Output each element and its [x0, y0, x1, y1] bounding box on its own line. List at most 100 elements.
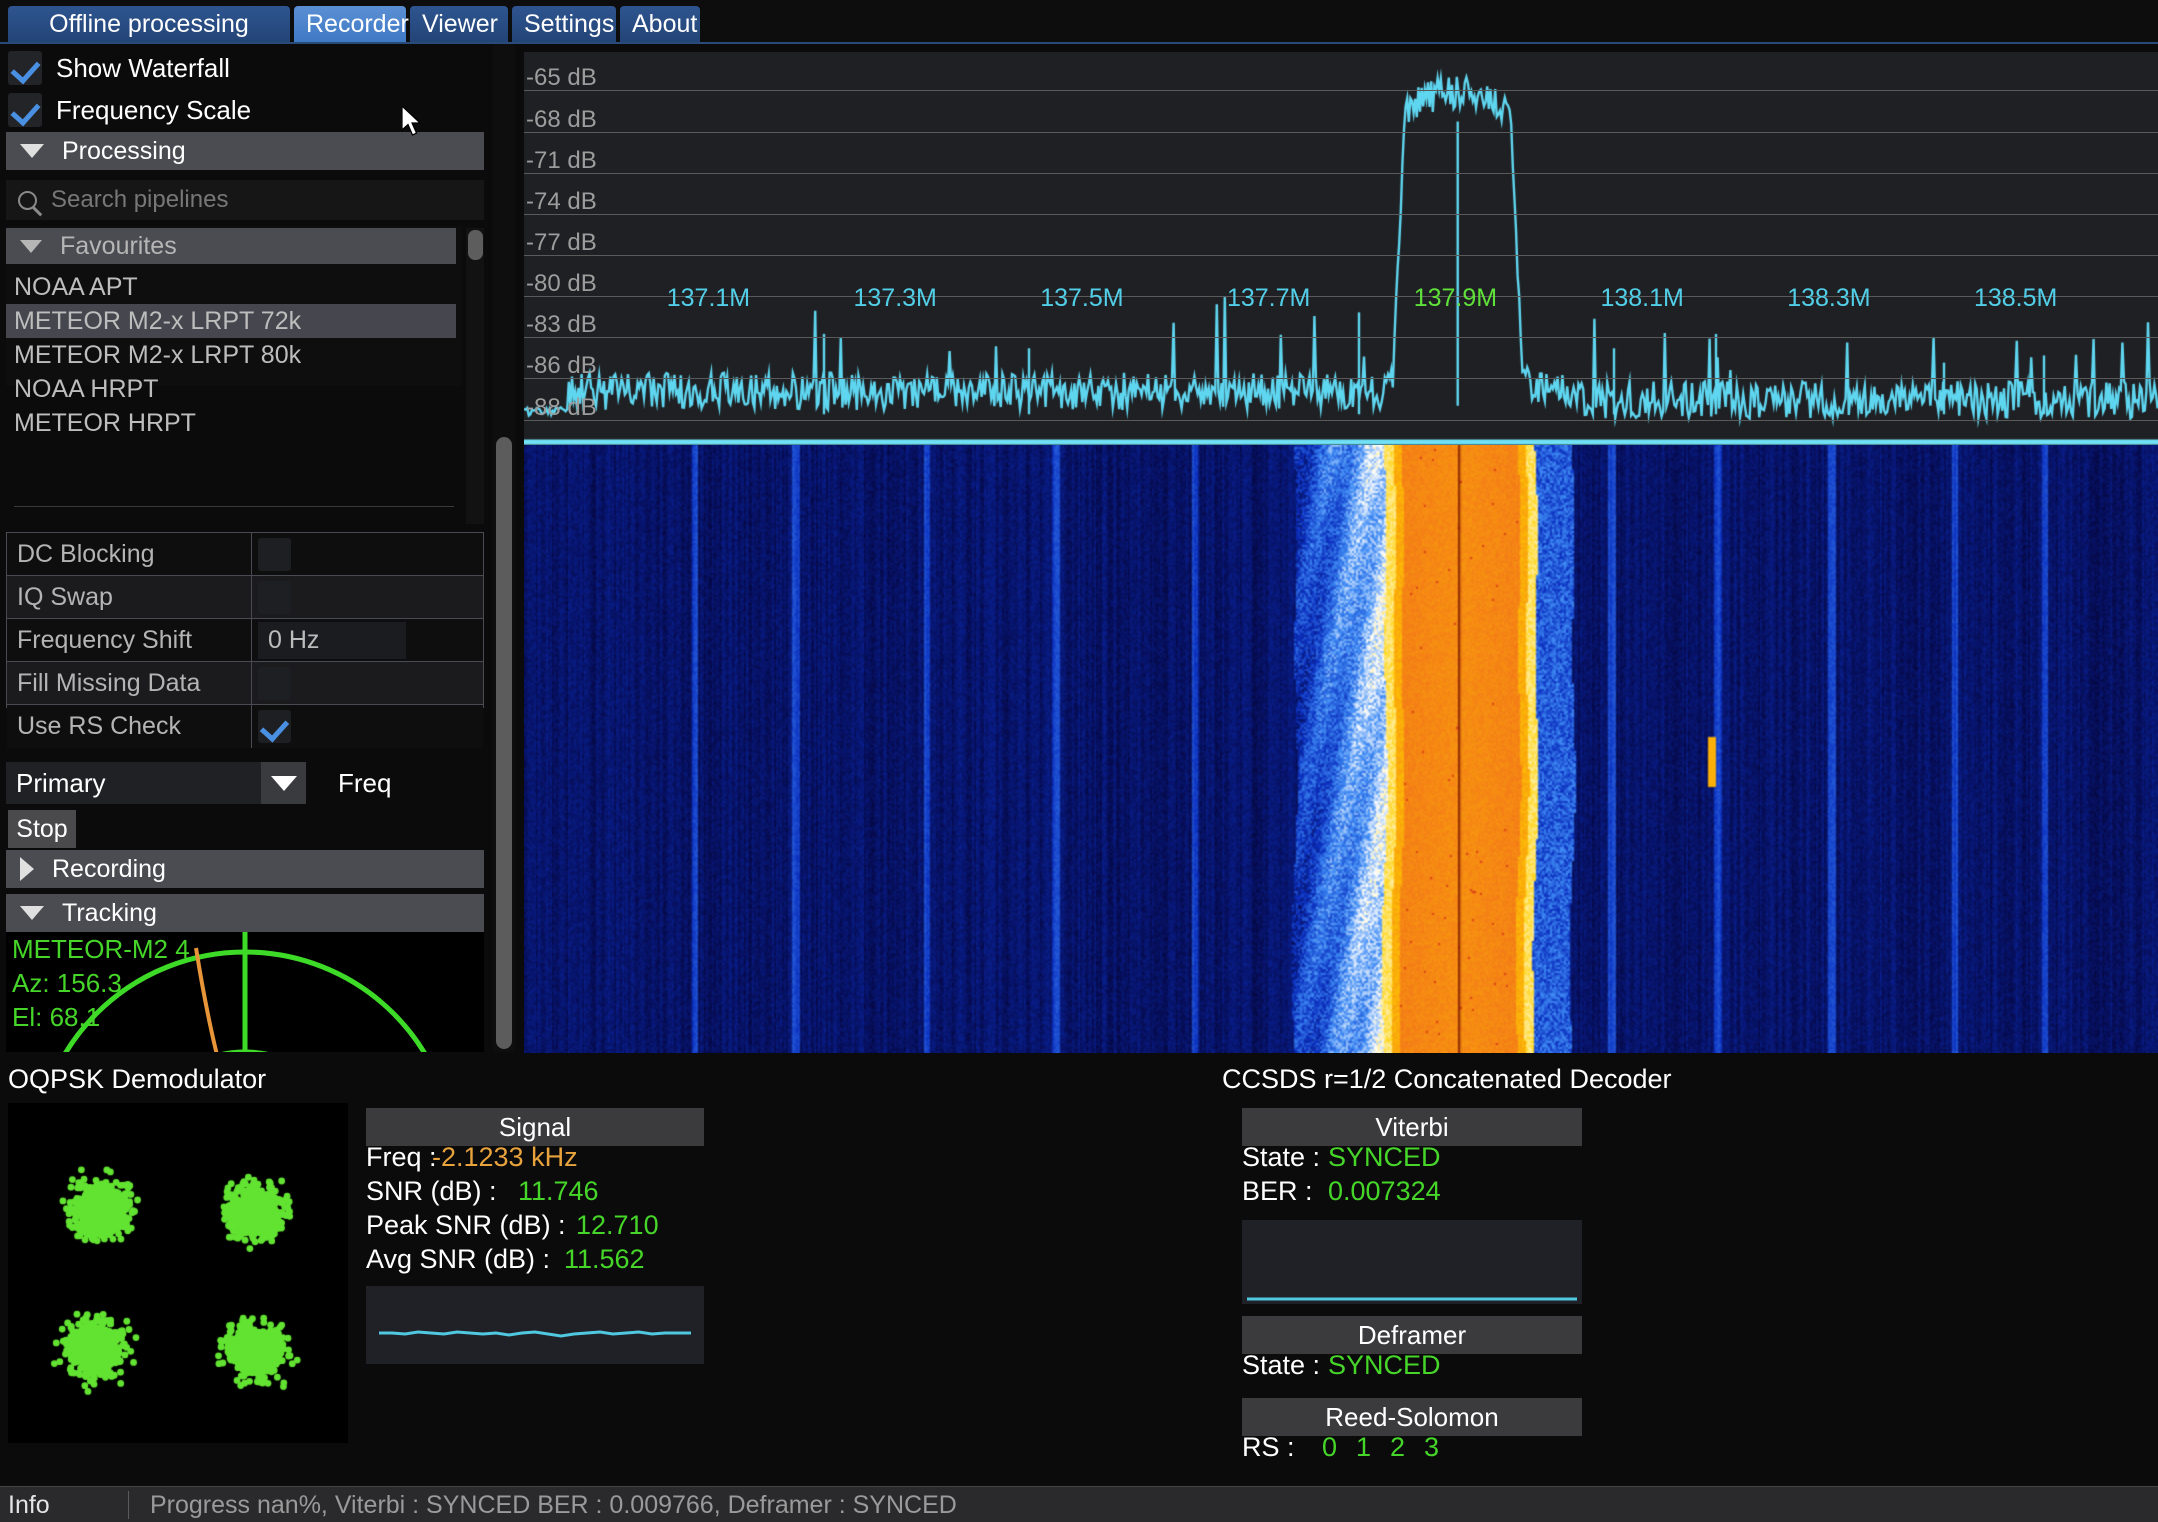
list-item[interactable]: METEOR HRPT — [6, 406, 456, 440]
spectrum-x-tick-label: 137.3M — [853, 284, 936, 313]
list-item[interactable]: METEOR M2-x LRPT 72k — [6, 304, 456, 338]
decoder-panel-title: CCSDS r=1/2 Concatenated Decoder — [1222, 1064, 1672, 1095]
param-value — [253, 705, 483, 748]
rs-value-3: 3 — [1424, 1432, 1439, 1463]
tracking-elevation: El: 68.1 — [12, 1002, 100, 1033]
reed-solomon-group-header[interactable]: Reed-Solomon — [1242, 1398, 1582, 1436]
checkbox-frequency-scale-label: Frequency Scale — [56, 95, 251, 126]
tracking-satellite-name: METEOR-M2 4 — [12, 934, 190, 965]
param-checkbox[interactable] — [258, 581, 291, 614]
param-value — [253, 576, 483, 619]
param-name: Fill Missing Data — [7, 662, 252, 705]
checkbox-show-waterfall[interactable]: Show Waterfall — [8, 48, 230, 88]
signal-history-plot — [366, 1286, 704, 1364]
tab-recorder[interactable]: Recorder — [294, 6, 406, 42]
frequency-shift-input[interactable]: 0 Hz — [258, 622, 406, 659]
spectrum-gridline — [524, 214, 2158, 215]
viterbi-ber-value: 0.007324 — [1328, 1176, 1441, 1207]
spectrum-gridline — [524, 255, 2158, 256]
list-item[interactable]: NOAA HRPT — [6, 372, 456, 406]
status-divider — [128, 1491, 129, 1519]
param-value — [253, 662, 483, 705]
viterbi-group-header[interactable]: Viterbi — [1242, 1108, 1582, 1146]
table-row: DC Blocking — [7, 533, 483, 576]
section-header-recording[interactable]: Recording — [6, 850, 484, 888]
spectrum-y-tick-label: -74 dB — [526, 188, 597, 216]
checkbox-frequency-scale-box[interactable] — [8, 93, 42, 127]
param-name: IQ Swap — [7, 576, 252, 619]
checkbox-show-waterfall-label: Show Waterfall — [56, 53, 230, 84]
status-info-label: Info — [8, 1487, 50, 1522]
list-item[interactable]: METEOR M2-x LRPT 80k — [6, 338, 456, 372]
list-item[interactable]: NOAA APT — [6, 270, 456, 304]
signal-peak-snr-value: 12.710 — [576, 1210, 659, 1241]
checkbox-show-waterfall-box[interactable] — [8, 51, 42, 85]
spectrum-gridline — [524, 173, 2158, 174]
left-sidebar: Show Waterfall Frequency Scale Processin… — [0, 44, 512, 1052]
main-tab-bar: Offline processingRecorderViewerSettings… — [0, 0, 2158, 44]
spectrum-gridline — [524, 378, 2158, 379]
table-row: Frequency Shift 0 Hz — [7, 619, 483, 662]
spectrum-y-tick-label: -80 dB — [526, 270, 597, 298]
stop-button[interactable]: Stop — [8, 810, 76, 848]
spectrum-fft-plot[interactable]: -65 dB-68 dB-71 dB-74 dB-77 dB-80 dB-83 … — [524, 52, 2158, 445]
tab-about[interactable]: About — [620, 6, 700, 42]
spectrum-y-tick-label: -65 dB — [526, 64, 597, 92]
param-name: DC Blocking — [7, 533, 252, 576]
param-name: Frequency Shift — [7, 619, 252, 662]
param-checkbox-checked[interactable] — [258, 710, 291, 743]
section-header-recording-label: Recording — [52, 855, 166, 884]
chevron-right-icon — [20, 857, 34, 881]
deframer-group-header[interactable]: Deframer — [1242, 1316, 1582, 1354]
rs-label: RS : — [1242, 1432, 1295, 1463]
spectrum-gridline — [524, 337, 2158, 338]
spectrum-x-tick-label: 137.9M — [1414, 284, 1497, 313]
viterbi-ber-label: BER : — [1242, 1176, 1313, 1207]
spectrum-gridline — [524, 132, 2158, 133]
spectrum-y-tick-label: -71 dB — [526, 147, 597, 175]
param-value: 0 Hz — [253, 619, 483, 662]
table-row: IQ Swap — [7, 576, 483, 619]
spectrum-x-tick-label: 137.7M — [1227, 284, 1310, 313]
deframer-state-value: SYNCED — [1328, 1350, 1441, 1381]
spectrum-gridline — [524, 90, 2158, 91]
constellation-diagram[interactable] — [8, 1103, 348, 1443]
sidebar-scrollbar-thumb[interactable] — [496, 437, 512, 1049]
search-pipelines-input[interactable]: Search pipelines — [6, 180, 484, 220]
checkbox-frequency-scale[interactable]: Frequency Scale — [8, 90, 251, 130]
pipeline-group-favourites-label: Favourites — [60, 232, 177, 261]
spectrum-x-tick-label: 137.1M — [667, 284, 750, 313]
chevron-down-icon[interactable] — [261, 762, 306, 804]
param-checkbox[interactable] — [258, 667, 291, 700]
pipeline-scrollbar-track[interactable] — [466, 228, 484, 524]
spectrum-y-tick-label: -88 dB — [526, 394, 597, 422]
table-row: Fill Missing Data — [7, 662, 483, 705]
waterfall-display[interactable] — [524, 445, 2158, 1053]
tracking-polar-plot[interactable]: METEOR-M2 4 Az: 156.3 El: 68.1 — [6, 932, 484, 1052]
list-divider — [14, 506, 454, 507]
pipeline-group-favourites[interactable]: Favourites — [6, 228, 456, 264]
signal-group-header[interactable]: Signal — [366, 1108, 704, 1146]
spectrum-y-tick-label: -68 dB — [526, 106, 597, 134]
section-header-tracking-label: Tracking — [62, 899, 157, 928]
tab-offline-processing[interactable]: Offline processing — [8, 6, 290, 42]
rs-value-2: 2 — [1390, 1432, 1405, 1463]
pipeline-parameters-table: DC Blocking IQ Swap Frequency Shift 0 Hz… — [6, 532, 484, 708]
section-header-processing-label: Processing — [62, 137, 186, 166]
param-checkbox[interactable] — [258, 538, 291, 571]
vfo-select-dropdown[interactable]: Primary — [6, 762, 306, 804]
pipeline-scrollbar-thumb[interactable] — [468, 230, 483, 260]
spectrum-y-tick-label: -83 dB — [526, 311, 597, 339]
param-name: Use RS Check — [7, 705, 252, 748]
tracking-azimuth: Az: 156.3 — [12, 968, 122, 999]
chevron-down-icon — [20, 144, 44, 158]
viterbi-ber-plot — [1242, 1220, 1582, 1304]
signal-freq-label: Freq : — [366, 1142, 437, 1173]
tab-settings[interactable]: Settings — [512, 6, 616, 42]
signal-snr-value: 11.746 — [518, 1176, 599, 1207]
vfo-select-value: Primary — [16, 762, 106, 804]
tab-viewer[interactable]: Viewer — [410, 6, 508, 42]
bottom-panels: OQPSK Demodulator CCSDS r=1/2 Concatenat… — [0, 1060, 2158, 1500]
viterbi-state-label: State : — [1242, 1142, 1320, 1173]
section-header-tracking[interactable]: Tracking — [6, 894, 484, 932]
